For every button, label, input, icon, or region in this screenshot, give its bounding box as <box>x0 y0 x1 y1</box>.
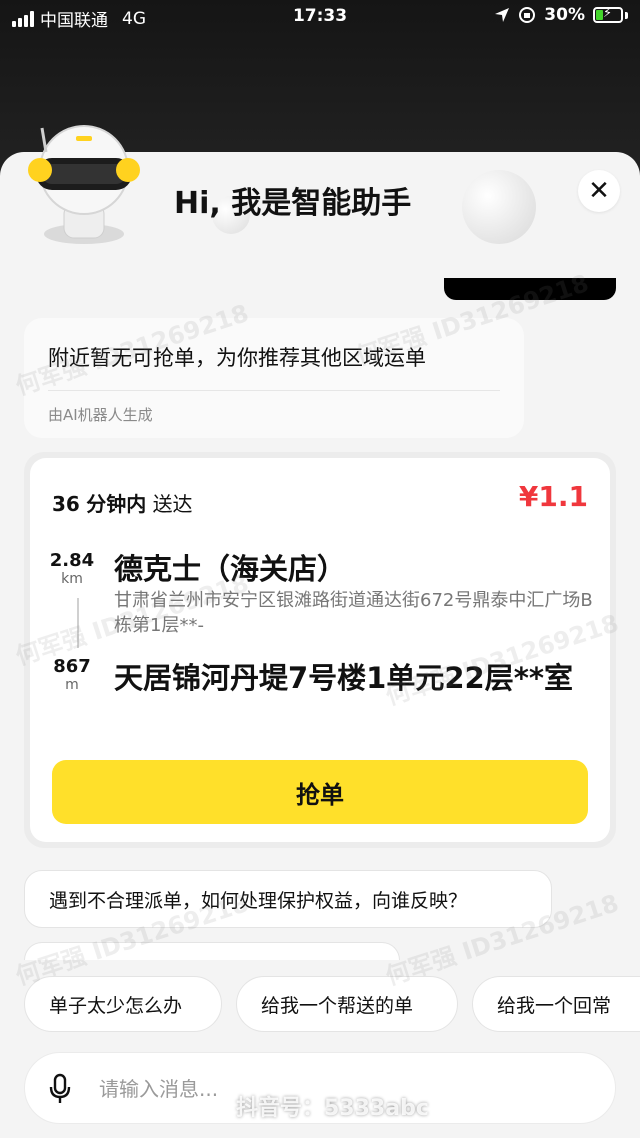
dropoff-distance-unit: m <box>65 677 79 693</box>
route-line <box>77 598 79 648</box>
assistant-title: Hi, 我是智能助手 <box>174 186 412 221</box>
suggestion-chip[interactable]: 给我一个回常 <box>472 976 640 1032</box>
suggestion-chip[interactable]: 单子太少怎么办 <box>24 976 222 1032</box>
ai-generated-note: 由AI机器人生成 <box>48 406 153 424</box>
suggestion-chip[interactable]: 给我一个帮送的单 <box>236 976 458 1032</box>
order-price: ¥1.1 <box>518 480 588 513</box>
pickup-address: 甘肃省兰州市安宁区银滩路街道通达街672号鼎泰中汇广场B栋第1层**- <box>114 590 593 636</box>
pickup-distance: 2.84 km <box>48 550 96 587</box>
microphone-icon[interactable] <box>49 1073 71 1105</box>
close-icon: ✕ <box>588 176 610 206</box>
grab-order-button[interactable]: 抢单 <box>52 760 588 824</box>
order-card[interactable]: 36 分钟内 送达 ¥1.1 2.84 km 867 m 德克士（海关店） 甘肃… <box>24 452 616 848</box>
location-arrow-icon <box>495 8 510 22</box>
decorative-ball <box>462 170 536 244</box>
suggestion-chip-partial[interactable] <box>24 942 400 960</box>
close-button[interactable]: ✕ <box>578 170 620 212</box>
dropoff-distance: 867 m <box>48 656 96 693</box>
delivery-time: 36 分钟内 送达 <box>52 488 193 517</box>
pickup-name: 德克士（海关店） <box>114 552 347 586</box>
ai-message-bubble: 附近暂无可抢单，为你推荐其他区域运单 由AI机器人生成 <box>24 318 524 438</box>
dropoff-distance-value: 867 <box>53 656 91 677</box>
robot-avatar-icon <box>28 125 140 244</box>
delivery-time-value: 36 <box>52 492 80 516</box>
divider <box>48 390 500 391</box>
battery-percent: 30% <box>544 5 585 25</box>
dropoff-name: 天居锦河丹堤7号楼1单元22层**室 <box>114 661 574 695</box>
battery-icon: ⚡ <box>593 6 623 23</box>
ai-message-text: 附近暂无可抢单，为你推荐其他区域运单 <box>48 346 426 370</box>
redacted-bar <box>444 278 616 300</box>
pickup-distance-value: 2.84 <box>49 550 95 571</box>
pickup-distance-unit: km <box>61 571 83 587</box>
orientation-lock-icon <box>519 7 536 23</box>
delivery-time-suffix: 送达 <box>152 492 193 516</box>
delivery-time-unit: 分钟内 <box>86 492 147 516</box>
douyin-watermark: 抖音号：5333abc <box>236 1096 429 1121</box>
status-bar: 中国联通 4G 17:33 30% ⚡ <box>0 0 640 34</box>
suggestion-question-chip[interactable]: 遇到不合理派单，如何处理保护权益，向谁反映？ <box>24 870 552 928</box>
